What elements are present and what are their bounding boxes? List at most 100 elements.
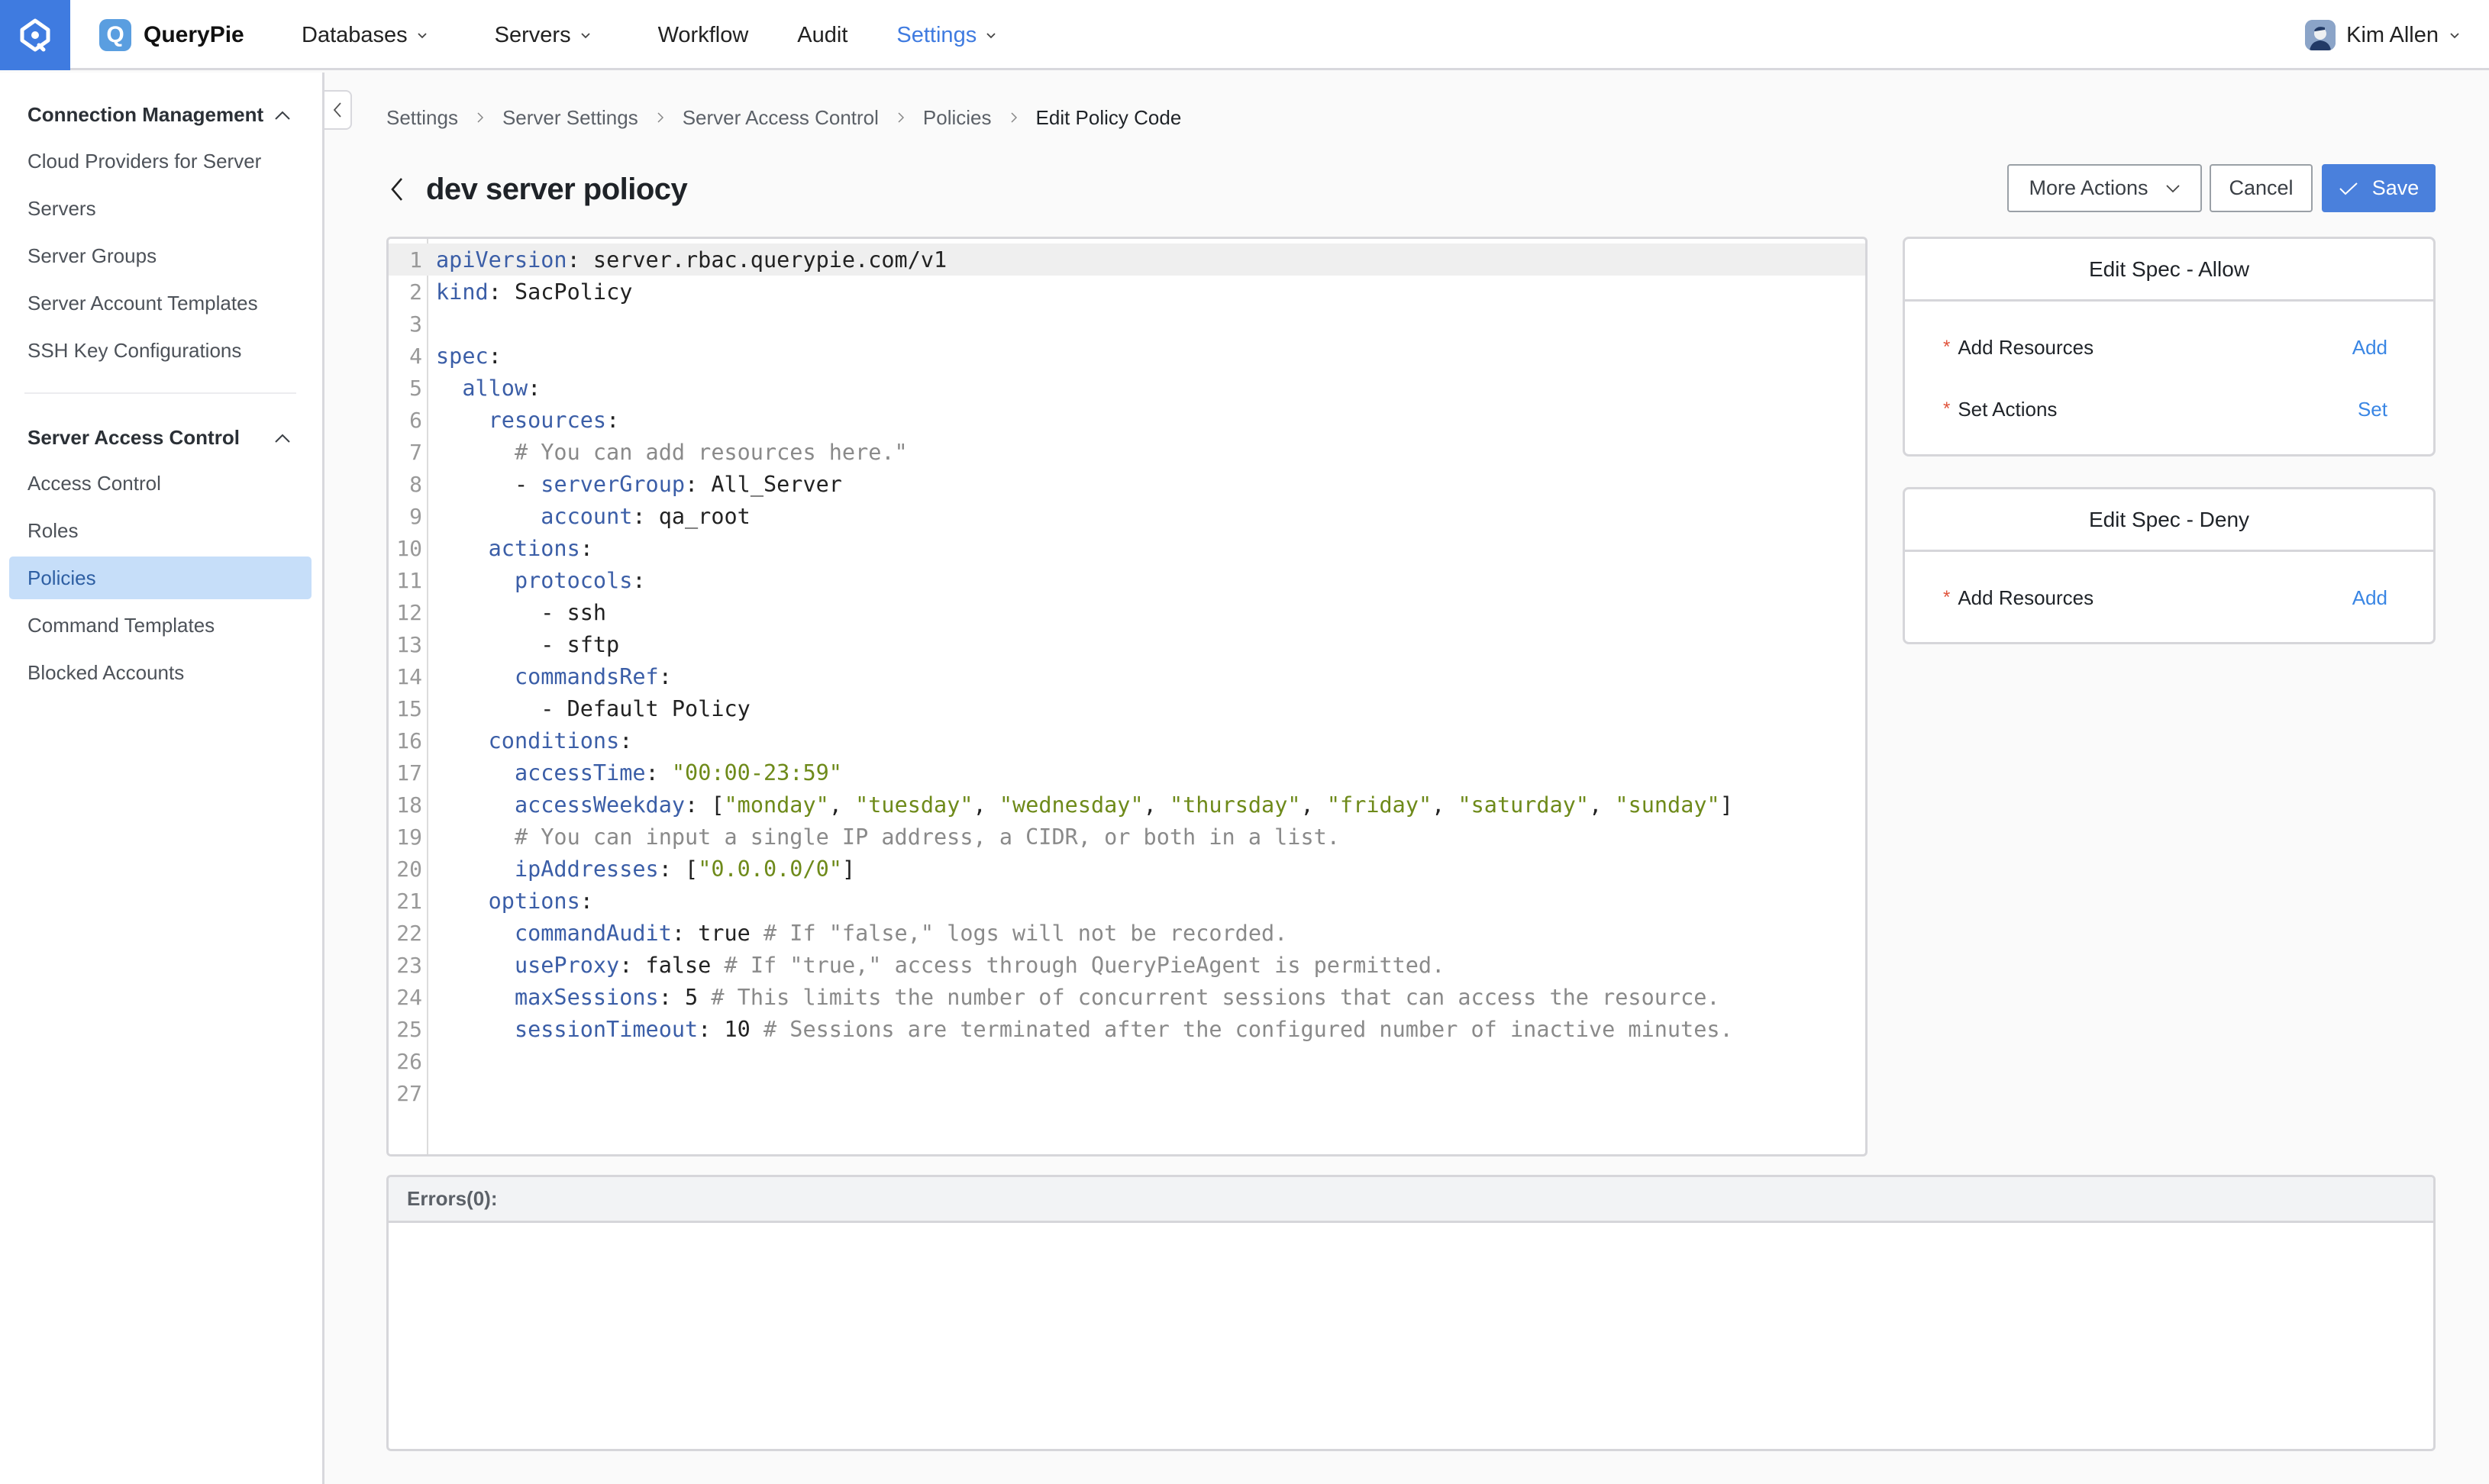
sidebar-group-server-access-control[interactable]: Server Access Control: [27, 426, 291, 450]
line-number: 9: [409, 503, 422, 529]
yaml-text: ,: [1589, 792, 1616, 818]
sidebar-item-cloud-providers[interactable]: Cloud Providers for Server: [9, 140, 312, 182]
spec-row-text: Add Resources: [1958, 586, 2094, 609]
add-resources-link[interactable]: Add: [2352, 586, 2387, 610]
yaml-text: : qa_root: [632, 503, 751, 529]
sidebar-item-label: Server Account Templates: [27, 291, 258, 315]
code-line[interactable]: 27: [389, 1077, 1865, 1109]
required-asterisk-icon: *: [1943, 587, 1951, 608]
yaml-text: [436, 953, 515, 978]
sidebar-item-command-templates[interactable]: Command Templates: [9, 604, 312, 647]
chevron-down-icon: [2449, 30, 2460, 40]
user-menu[interactable]: Kim Allen: [2305, 18, 2460, 52]
code-line[interactable]: 11 protocols:: [389, 564, 1865, 596]
line-number: 24: [396, 984, 422, 1010]
code-line[interactable]: 3: [389, 308, 1865, 340]
code-line[interactable]: 7 # You can add resources here.": [389, 436, 1865, 468]
sidebar-item-ssh-key-configurations[interactable]: SSH Key Configurations: [9, 329, 312, 372]
code-line[interactable]: 8 - serverGroup: All_Server: [389, 468, 1865, 500]
code-line[interactable]: 6 resources:: [389, 404, 1865, 436]
sidebar-item-label: Access Control: [27, 471, 161, 495]
yaml-text: :: [579, 535, 593, 561]
code-line[interactable]: 5 allow:: [389, 372, 1865, 404]
yaml-key: ipAddresses: [514, 856, 659, 882]
check-icon: [2339, 182, 2358, 195]
home-logo-button[interactable]: [0, 0, 70, 70]
yaml-text: [436, 1017, 515, 1042]
line-number: 21: [396, 888, 422, 914]
code-line[interactable]: 18 accessWeekday: ["monday", "tuesday", …: [389, 789, 1865, 821]
sidebar-group-connection-management[interactable]: Connection Management: [27, 103, 291, 127]
yaml-key: allow: [462, 375, 528, 401]
code-line[interactable]: 13 - sftp: [389, 628, 1865, 660]
sidebar-item-label: Policies: [27, 566, 96, 589]
collapse-sidebar-button[interactable]: [324, 90, 352, 130]
code-line[interactable]: 15 - Default Policy: [389, 692, 1865, 724]
back-button[interactable]: [389, 174, 411, 205]
code-line[interactable]: 26: [389, 1045, 1865, 1077]
set-actions-link[interactable]: Set: [2358, 398, 2387, 421]
sidebar-item-blocked-accounts[interactable]: Blocked Accounts: [9, 651, 312, 694]
breadcrumb-settings[interactable]: Settings: [386, 106, 458, 130]
sidebar-item-servers[interactable]: Servers: [9, 187, 312, 230]
policy-code-editor[interactable]: 1 apiVersion: server.rbac.querypie.com/v1…: [386, 237, 1868, 1157]
code-line[interactable]: 10 actions:: [389, 532, 1865, 564]
code-line[interactable]: 9 account: qa_root: [389, 500, 1865, 532]
yaml-string: "00:00-23:59": [671, 760, 842, 786]
sidebar-item-server-groups[interactable]: Server Groups: [9, 234, 312, 277]
nav-settings[interactable]: Settings: [896, 23, 996, 48]
spec-deny-row-add-resources: * Add Resources Add: [1943, 582, 2387, 613]
breadcrumb-policies[interactable]: Policies: [923, 106, 992, 130]
code-line[interactable]: 22 commandAudit: true # If "false," logs…: [389, 917, 1865, 949]
code-line[interactable]: 4 spec:: [389, 340, 1865, 372]
code-line[interactable]: 12 - ssh: [389, 596, 1865, 628]
sidebar-item-server-account-templates[interactable]: Server Account Templates: [9, 282, 312, 324]
more-actions-button[interactable]: More Actions: [2007, 164, 2202, 212]
line-number: 6: [409, 407, 422, 433]
yaml-comment: # This limits the number of concurrent s…: [711, 984, 1720, 1010]
cancel-button[interactable]: Cancel: [2210, 164, 2313, 212]
code-line[interactable]: 2 kind: SacPolicy: [389, 276, 1865, 308]
yaml-text: [436, 440, 515, 465]
code-line[interactable]: 25 sessionTimeout: 10 # Sessions are ter…: [389, 1013, 1865, 1045]
yaml-text: - ssh: [436, 599, 607, 625]
code-text: maxSessions: 5 # This limits the number …: [428, 985, 1720, 1010]
code-line[interactable]: 19 # You can input a single IP address, …: [389, 821, 1865, 853]
add-resources-link[interactable]: Add: [2352, 336, 2387, 360]
code-line[interactable]: 21 options:: [389, 885, 1865, 917]
spec-row-text: Add Resources: [1958, 335, 2094, 359]
line-number: 4: [409, 343, 422, 369]
line-number: 8: [409, 471, 422, 497]
sidebar-item-roles[interactable]: Roles: [9, 509, 312, 552]
nav-audit[interactable]: Audit: [797, 23, 847, 48]
save-label: Save: [2371, 176, 2420, 199]
code-line[interactable]: 20 ipAddresses: ["0.0.0.0/0"]: [389, 853, 1865, 885]
sidebar-item-label: Cloud Providers for Server: [27, 149, 262, 173]
yaml-text: [436, 824, 515, 850]
sidebar: Connection Management Cloud Providers fo…: [0, 73, 324, 1484]
breadcrumb-server-settings[interactable]: Server Settings: [502, 106, 638, 130]
nav-databases[interactable]: Databases: [302, 23, 428, 48]
querypie-brand-icon: [20, 18, 50, 52]
yaml-key: actions: [488, 535, 580, 561]
code-line[interactable]: 16 conditions:: [389, 724, 1865, 757]
yaml-comment: # If "true," access through QueryPieAgen…: [724, 952, 1445, 978]
breadcrumb-server-access-control[interactable]: Server Access Control: [683, 106, 879, 130]
yaml-text: ]: [841, 856, 856, 882]
yaml-key: maxSessions: [514, 984, 659, 1010]
code-line[interactable]: 14 commandsRef:: [389, 660, 1865, 692]
sidebar-item-policies[interactable]: Policies: [9, 556, 312, 599]
code-line[interactable]: 24 maxSessions: 5 # This limits the numb…: [389, 981, 1865, 1013]
code-line[interactable]: 1 apiVersion: server.rbac.querypie.com/v1: [389, 244, 1865, 276]
code-text: - ssh: [428, 600, 606, 625]
sidebar-item-access-control[interactable]: Access Control: [9, 462, 312, 505]
code-line[interactable]: 23 useProxy: false # If "true," access t…: [389, 949, 1865, 981]
save-button[interactable]: Save: [2322, 164, 2436, 212]
line-number: 16: [396, 727, 422, 753]
spec-allow-row-add-resources: * Add Resources Add: [1943, 332, 2387, 363]
code-line[interactable]: 17 accessTime: "00:00-23:59": [389, 757, 1865, 789]
nav-workflow[interactable]: Workflow: [658, 23, 749, 48]
line-number: 11: [396, 567, 422, 593]
user-name: Kim Allen: [2346, 22, 2439, 47]
nav-servers[interactable]: Servers: [495, 23, 591, 48]
